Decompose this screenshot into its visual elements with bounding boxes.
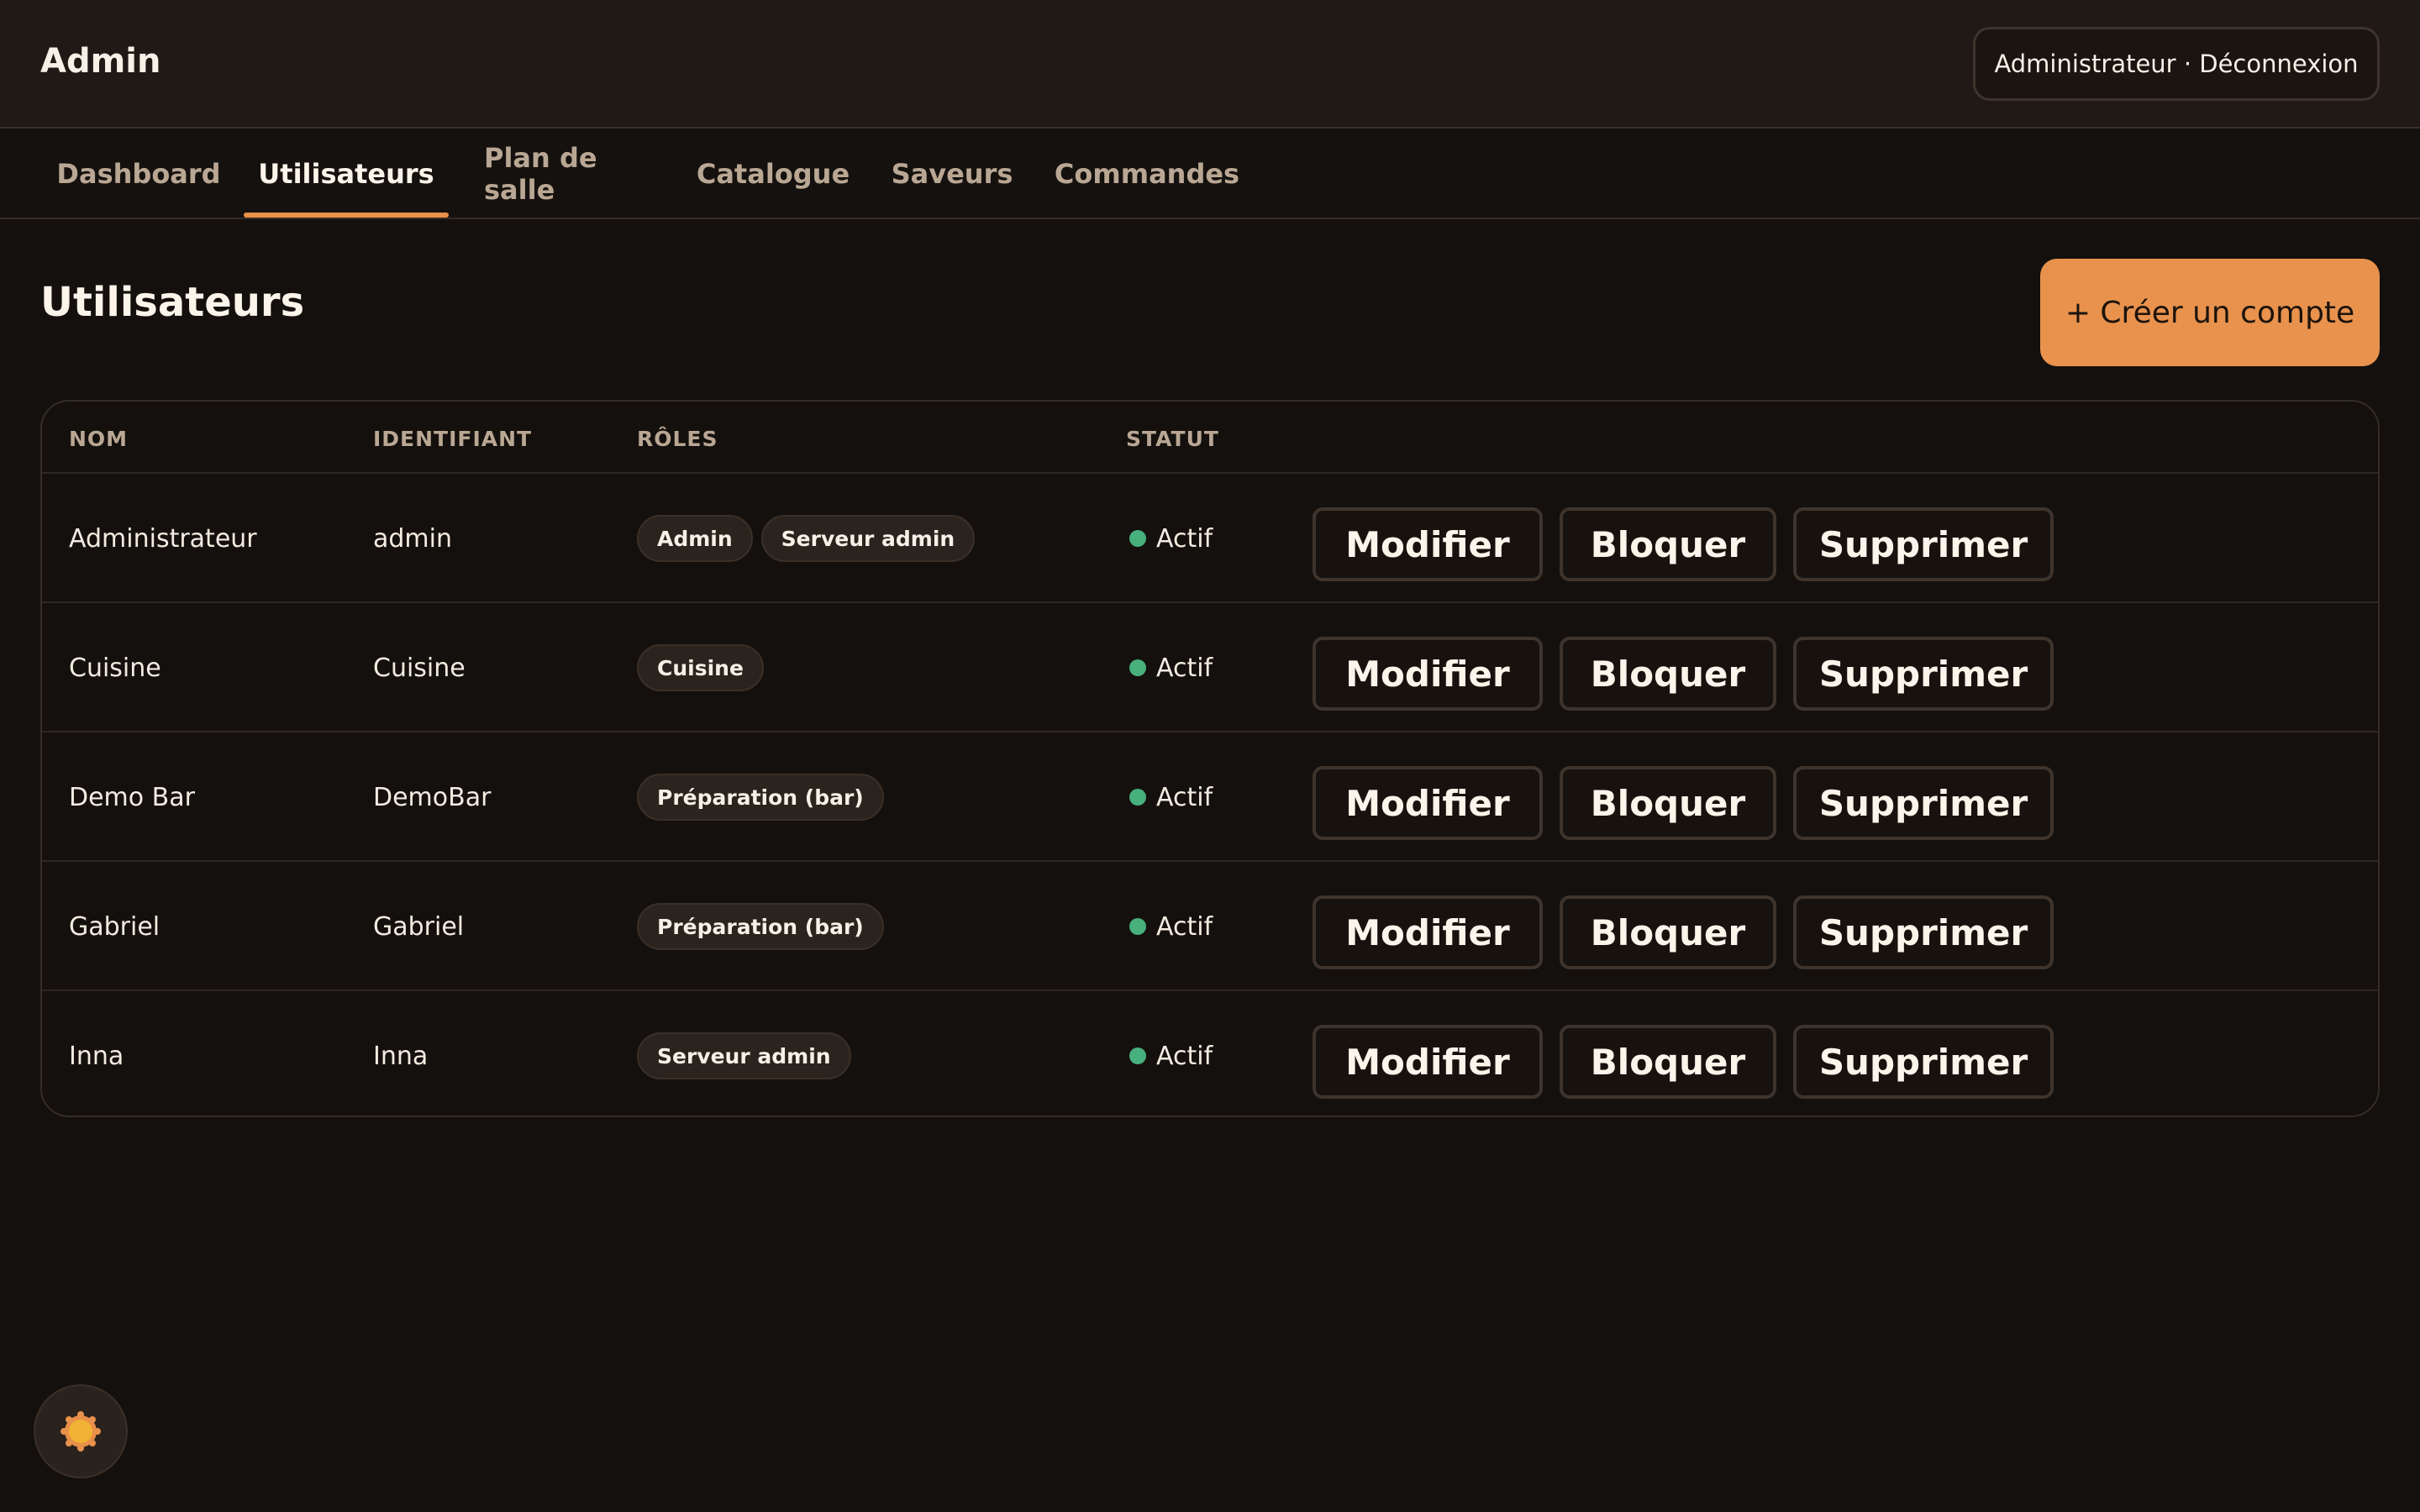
table-row: Demo Bar DemoBar Préparation (bar) Actif… (42, 732, 2378, 862)
user-roles: Serveur admin (637, 991, 860, 1116)
active-tab-indicator (244, 213, 449, 218)
delete-button[interactable]: Supprimer (1793, 895, 2054, 969)
column-header-roles: RÔLES (637, 427, 718, 451)
user-login: Gabriel (373, 911, 465, 942)
edit-button[interactable]: Modifier (1313, 1025, 1543, 1099)
user-status: Actif (1129, 991, 1213, 1116)
table-header: NOM IDENTIFIANT RÔLES STATUT (42, 402, 2378, 474)
role-badge: Serveur admin (637, 1032, 851, 1079)
app-brand: Admin (40, 42, 161, 81)
user-name: Gabriel (69, 911, 160, 942)
delete-button[interactable]: Supprimer (1793, 766, 2054, 840)
user-name: Demo Bar (69, 782, 195, 812)
status-label: Actif (1156, 1041, 1213, 1071)
tab-catalogue[interactable]: Catalogue (697, 130, 850, 218)
status-label: Actif (1156, 523, 1213, 554)
create-account-button[interactable]: + Créer un compte (2040, 259, 2380, 366)
status-dot-icon (1129, 1047, 1146, 1064)
user-status: Actif (1129, 862, 1213, 991)
tab-plan-de-salle[interactable]: Plan de salle (484, 130, 644, 218)
user-login: DemoBar (373, 782, 492, 812)
delete-button[interactable]: Supprimer (1793, 637, 2054, 711)
status-dot-icon (1129, 918, 1146, 935)
block-button[interactable]: Bloquer (1560, 507, 1776, 581)
user-status: Actif (1129, 732, 1213, 862)
block-button[interactable]: Bloquer (1560, 766, 1776, 840)
delete-button[interactable]: Supprimer (1793, 507, 2054, 581)
user-name: Cuisine (69, 653, 161, 683)
edit-button[interactable]: Modifier (1313, 766, 1543, 840)
tab-utilisateurs[interactable]: Utilisateurs (244, 130, 449, 218)
block-button[interactable]: Bloquer (1560, 1025, 1776, 1099)
user-roles: Préparation (bar) (637, 862, 892, 991)
edit-button[interactable]: Modifier (1313, 637, 1543, 711)
status-dot-icon (1129, 789, 1146, 806)
status-dot-icon (1129, 530, 1146, 547)
role-badge: Préparation (bar) (637, 903, 884, 950)
block-button[interactable]: Bloquer (1560, 895, 1776, 969)
user-roles: Préparation (bar) (637, 732, 892, 862)
column-header-login: IDENTIFIANT (373, 427, 533, 451)
top-bar: Admin Administrateur · Déconnexion (0, 0, 2420, 129)
table-row: Inna Inna Serveur admin Actif Modifier B… (42, 991, 2378, 1116)
role-badge: Cuisine (637, 644, 764, 691)
delete-button[interactable]: Supprimer (1793, 1025, 2054, 1099)
user-name: Administrateur (69, 523, 257, 554)
status-label: Actif (1156, 653, 1213, 683)
edit-button[interactable]: Modifier (1313, 895, 1543, 969)
logout-button[interactable]: Administrateur · Déconnexion (1973, 27, 2380, 101)
column-header-name: NOM (69, 427, 129, 451)
status-label: Actif (1156, 782, 1213, 812)
column-header-status: STATUT (1126, 427, 1219, 451)
role-badge: Préparation (bar) (637, 774, 884, 821)
user-login: Cuisine (373, 653, 466, 683)
users-table: NOM IDENTIFIANT RÔLES STATUT Administrat… (40, 400, 2380, 1117)
user-roles: Cuisine (637, 603, 772, 732)
user-status: Actif (1129, 474, 1213, 603)
table-row: Cuisine Cuisine Cuisine Actif Modifier B… (42, 603, 2378, 732)
tab-dashboard[interactable]: Dashboard (56, 130, 220, 218)
tab-saveurs[interactable]: Saveurs (892, 130, 1013, 218)
sun-icon (60, 1411, 101, 1452)
user-login: Inna (373, 1041, 429, 1071)
role-badge: Serveur admin (760, 515, 976, 562)
user-status: Actif (1129, 603, 1213, 732)
block-button[interactable]: Bloquer (1560, 637, 1776, 711)
role-badge: Admin (637, 515, 753, 562)
theme-toggle-button[interactable] (34, 1384, 128, 1478)
status-label: Actif (1156, 911, 1213, 942)
main-tabs: Dashboard Utilisateurs Plan de salle Cat… (0, 130, 2420, 219)
status-dot-icon (1129, 659, 1146, 676)
user-login: admin (373, 523, 452, 554)
page-title: Utilisateurs (40, 279, 305, 326)
table-row: Administrateur admin Admin Serveur admin… (42, 474, 2378, 603)
edit-button[interactable]: Modifier (1313, 507, 1543, 581)
tab-commandes[interactable]: Commandes (1055, 130, 1239, 218)
table-row: Gabriel Gabriel Préparation (bar) Actif … (42, 862, 2378, 991)
user-roles: Admin Serveur admin (637, 474, 983, 603)
user-name: Inna (69, 1041, 124, 1071)
